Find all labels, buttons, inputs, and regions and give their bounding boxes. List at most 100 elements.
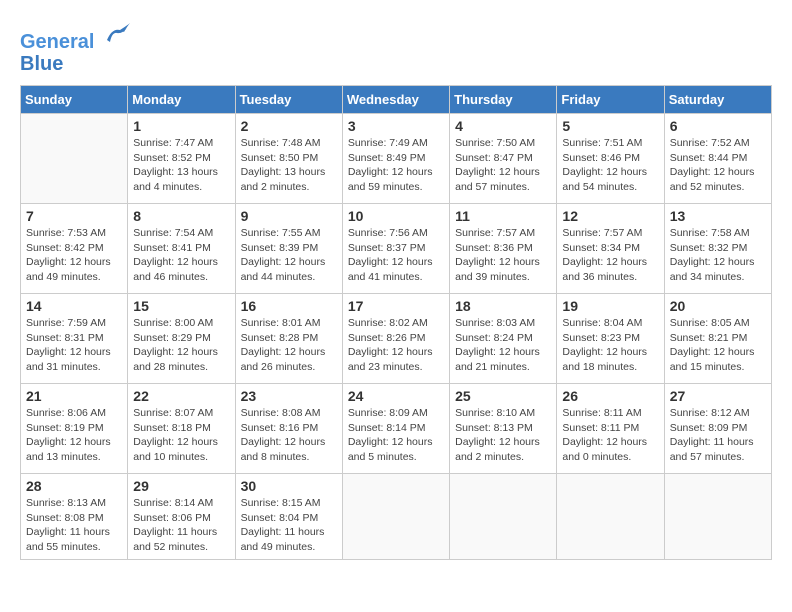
calendar-cell: 30 Sunrise: 8:15 AMSunset: 8:04 PMDayligh… xyxy=(235,474,342,560)
calendar-cell: 24 Sunrise: 8:09 AMSunset: 8:14 PMDayligh… xyxy=(342,384,449,474)
day-info: Sunrise: 7:48 AMSunset: 8:50 PMDaylight:… xyxy=(241,136,337,195)
day-info: Sunrise: 8:10 AMSunset: 8:13 PMDaylight:… xyxy=(455,406,551,465)
day-info: Sunrise: 7:59 AMSunset: 8:31 PMDaylight:… xyxy=(26,316,122,375)
day-info: Sunrise: 8:15 AMSunset: 8:04 PMDaylight:… xyxy=(241,496,337,555)
calendar-cell: 8 Sunrise: 7:54 AMSunset: 8:41 PMDaylight… xyxy=(128,204,235,294)
calendar-cell: 3 Sunrise: 7:49 AMSunset: 8:49 PMDaylight… xyxy=(342,114,449,204)
day-number: 16 xyxy=(241,298,337,314)
day-number: 19 xyxy=(562,298,658,314)
day-number: 7 xyxy=(26,208,122,224)
calendar-cell: 4 Sunrise: 7:50 AMSunset: 8:47 PMDaylight… xyxy=(450,114,557,204)
day-info: Sunrise: 8:11 AMSunset: 8:11 PMDaylight:… xyxy=(562,406,658,465)
page-header: General Blue xyxy=(20,20,772,75)
calendar-cell: 5Sunrise: 7:51 AMSunset: 8:46 PMDaylight… xyxy=(557,114,664,204)
calendar-cell: 20Sunrise: 8:05 AMSunset: 8:21 PMDayligh… xyxy=(664,294,771,384)
day-number: 29 xyxy=(133,478,229,494)
weekday-header-row: SundayMondayTuesdayWednesdayThursdayFrid… xyxy=(21,86,772,114)
day-number: 27 xyxy=(670,388,766,404)
logo-general: General xyxy=(20,31,94,53)
weekday-header-friday: Friday xyxy=(557,86,664,114)
calendar-cell: 21 Sunrise: 8:06 AMSunset: 8:19 PMDayligh… xyxy=(21,384,128,474)
day-info: Sunrise: 7:52 AMSunset: 8:44 PMDaylight:… xyxy=(670,136,766,195)
weekday-header-thursday: Thursday xyxy=(450,86,557,114)
day-info: Sunrise: 8:08 AMSunset: 8:16 PMDaylight:… xyxy=(241,406,337,465)
day-number: 15 xyxy=(133,298,229,314)
day-number: 24 xyxy=(348,388,444,404)
calendar-cell xyxy=(342,474,449,560)
weekday-header-wednesday: Wednesday xyxy=(342,86,449,114)
calendar-cell: 11Sunrise: 7:57 AMSunset: 8:36 PMDayligh… xyxy=(450,204,557,294)
day-number: 12 xyxy=(562,208,658,224)
calendar-cell: 19Sunrise: 8:04 AMSunset: 8:23 PMDayligh… xyxy=(557,294,664,384)
day-info: Sunrise: 8:02 AMSunset: 8:26 PMDaylight:… xyxy=(348,316,444,375)
calendar-cell: 22 Sunrise: 8:07 AMSunset: 8:18 PMDayligh… xyxy=(128,384,235,474)
calendar-cell xyxy=(450,474,557,560)
day-info: Sunrise: 8:06 AMSunset: 8:19 PMDaylight:… xyxy=(26,406,122,465)
day-number: 23 xyxy=(241,388,337,404)
calendar-cell: 6 Sunrise: 7:52 AMSunset: 8:44 PMDaylight… xyxy=(664,114,771,204)
day-info: Sunrise: 7:57 AMSunset: 8:36 PMDaylight:… xyxy=(455,226,551,285)
day-info: Sunrise: 8:14 AMSunset: 8:06 PMDaylight:… xyxy=(133,496,229,555)
day-info: Sunrise: 7:50 AMSunset: 8:47 PMDaylight:… xyxy=(455,136,551,195)
day-number: 4 xyxy=(455,118,551,134)
logo-blue: Blue xyxy=(20,53,63,75)
calendar-cell xyxy=(557,474,664,560)
day-number: 30 xyxy=(241,478,337,494)
day-info: Sunrise: 7:47 AMSunset: 8:52 PMDaylight:… xyxy=(133,136,229,195)
day-number: 3 xyxy=(348,118,444,134)
day-number: 14 xyxy=(26,298,122,314)
calendar-cell: 27 Sunrise: 8:12 AMSunset: 8:09 PMDayligh… xyxy=(664,384,771,474)
calendar-cell: 13Sunrise: 7:58 AMSunset: 8:32 PMDayligh… xyxy=(664,204,771,294)
day-info: Sunrise: 7:56 AMSunset: 8:37 PMDaylight:… xyxy=(348,226,444,285)
day-number: 8 xyxy=(133,208,229,224)
calendar-week-row: 1 Sunrise: 7:47 AMSunset: 8:52 PMDaylight… xyxy=(21,114,772,204)
day-number: 1 xyxy=(133,118,229,134)
day-info: Sunrise: 8:07 AMSunset: 8:18 PMDaylight:… xyxy=(133,406,229,465)
day-info: Sunrise: 7:49 AMSunset: 8:49 PMDaylight:… xyxy=(348,136,444,195)
calendar-week-row: 14 Sunrise: 7:59 AMSunset: 8:31 PMDayligh… xyxy=(21,294,772,384)
weekday-header-saturday: Saturday xyxy=(664,86,771,114)
logo: General Blue xyxy=(20,20,132,75)
day-number: 10 xyxy=(348,208,444,224)
calendar-week-row: 21 Sunrise: 8:06 AMSunset: 8:19 PMDayligh… xyxy=(21,384,772,474)
calendar-cell: 25 Sunrise: 8:10 AMSunset: 8:13 PMDayligh… xyxy=(450,384,557,474)
calendar-cell: 18Sunrise: 8:03 AMSunset: 8:24 PMDayligh… xyxy=(450,294,557,384)
day-info: Sunrise: 7:53 AMSunset: 8:42 PMDaylight:… xyxy=(26,226,122,285)
day-info: Sunrise: 7:51 AMSunset: 8:46 PMDaylight:… xyxy=(562,136,658,195)
day-info: Sunrise: 8:09 AMSunset: 8:14 PMDaylight:… xyxy=(348,406,444,465)
calendar-week-row: 7 Sunrise: 7:53 AMSunset: 8:42 PMDaylight… xyxy=(21,204,772,294)
day-info: Sunrise: 8:12 AMSunset: 8:09 PMDaylight:… xyxy=(670,406,766,465)
calendar-cell: 26 Sunrise: 8:11 AMSunset: 8:11 PMDayligh… xyxy=(557,384,664,474)
day-info: Sunrise: 7:55 AMSunset: 8:39 PMDaylight:… xyxy=(241,226,337,285)
day-number: 21 xyxy=(26,388,122,404)
calendar-cell: 29 Sunrise: 8:14 AMSunset: 8:06 PMDayligh… xyxy=(128,474,235,560)
day-number: 6 xyxy=(670,118,766,134)
weekday-header-monday: Monday xyxy=(128,86,235,114)
calendar-cell: 9 Sunrise: 7:55 AMSunset: 8:39 PMDaylight… xyxy=(235,204,342,294)
calendar-cell: 12 Sunrise: 7:57 AMSunset: 8:34 PMDayligh… xyxy=(557,204,664,294)
calendar-week-row: 28Sunrise: 8:13 AMSunset: 8:08 PMDayligh… xyxy=(21,474,772,560)
weekday-header-tuesday: Tuesday xyxy=(235,86,342,114)
calendar-cell: 28Sunrise: 8:13 AMSunset: 8:08 PMDayligh… xyxy=(21,474,128,560)
day-info: Sunrise: 8:00 AMSunset: 8:29 PMDaylight:… xyxy=(133,316,229,375)
calendar-cell xyxy=(21,114,128,204)
calendar-cell: 15 Sunrise: 8:00 AMSunset: 8:29 PMDayligh… xyxy=(128,294,235,384)
calendar-cell: 16 Sunrise: 8:01 AMSunset: 8:28 PMDayligh… xyxy=(235,294,342,384)
logo-bird-icon xyxy=(102,20,132,48)
day-number: 26 xyxy=(562,388,658,404)
calendar-cell xyxy=(664,474,771,560)
day-info: Sunrise: 8:05 AMSunset: 8:21 PMDaylight:… xyxy=(670,316,766,375)
day-info: Sunrise: 7:58 AMSunset: 8:32 PMDaylight:… xyxy=(670,226,766,285)
day-info: Sunrise: 7:54 AMSunset: 8:41 PMDaylight:… xyxy=(133,226,229,285)
day-number: 22 xyxy=(133,388,229,404)
calendar-cell: 7 Sunrise: 7:53 AMSunset: 8:42 PMDaylight… xyxy=(21,204,128,294)
calendar-table: SundayMondayTuesdayWednesdayThursdayFrid… xyxy=(20,85,772,560)
calendar-cell: 2Sunrise: 7:48 AMSunset: 8:50 PMDaylight… xyxy=(235,114,342,204)
calendar-cell: 1 Sunrise: 7:47 AMSunset: 8:52 PMDaylight… xyxy=(128,114,235,204)
day-number: 28 xyxy=(26,478,122,494)
day-info: Sunrise: 8:01 AMSunset: 8:28 PMDaylight:… xyxy=(241,316,337,375)
calendar-cell: 17Sunrise: 8:02 AMSunset: 8:26 PMDayligh… xyxy=(342,294,449,384)
day-info: Sunrise: 7:57 AMSunset: 8:34 PMDaylight:… xyxy=(562,226,658,285)
day-number: 25 xyxy=(455,388,551,404)
day-number: 9 xyxy=(241,208,337,224)
